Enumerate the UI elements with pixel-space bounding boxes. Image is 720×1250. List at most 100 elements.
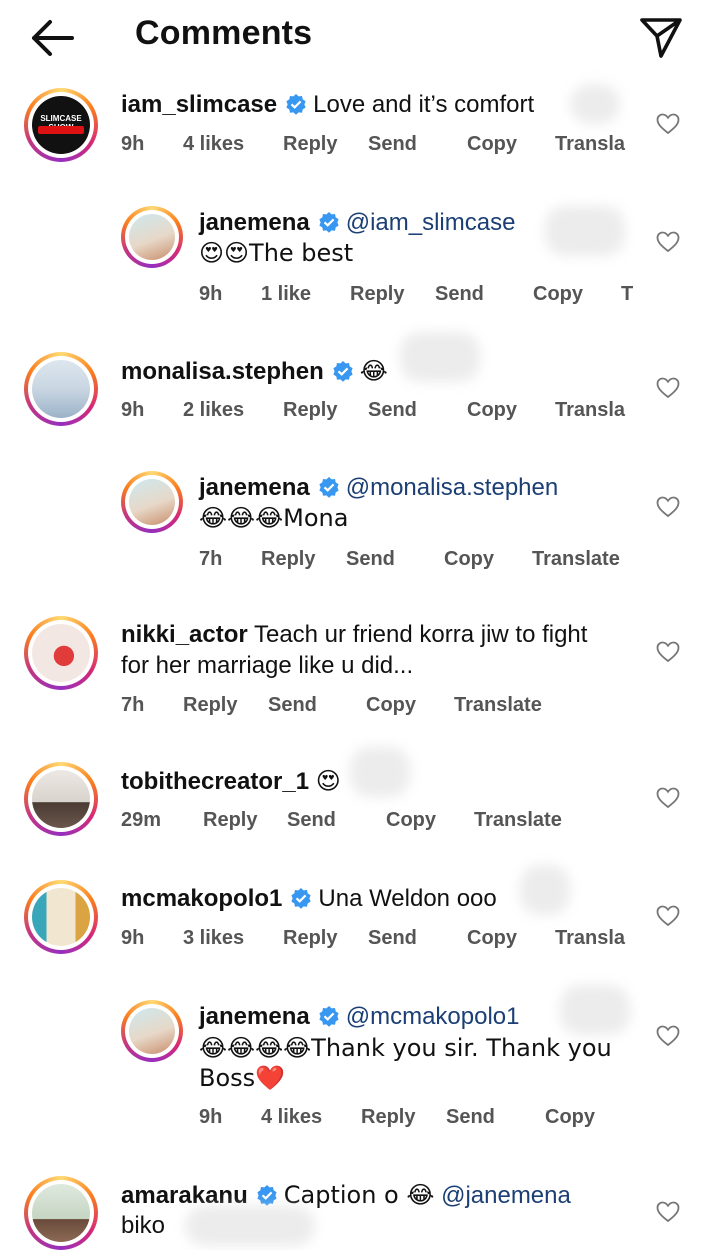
like-heart-icon[interactable] [656, 786, 680, 810]
avatar[interactable] [24, 1176, 98, 1250]
comment-text: 😂😂😂Mona [199, 504, 349, 532]
copy-button[interactable]: Copy [386, 809, 436, 832]
comment-item: tobithecreator_1 😍 29m Reply Send Copy T… [0, 747, 720, 852]
blur-overlay [185, 1206, 315, 1246]
comment-text-line2: biko [121, 1212, 166, 1239]
likes-count[interactable]: 1 like [261, 283, 311, 306]
send-button[interactable]: Send [268, 694, 317, 717]
reply-button[interactable]: Reply [261, 548, 315, 571]
translate-button[interactable]: Transla [555, 133, 625, 156]
reply-button[interactable]: Reply [350, 283, 404, 306]
mention-link[interactable]: @iam_slimcase [346, 209, 516, 236]
avatar[interactable] [24, 880, 98, 954]
like-heart-icon[interactable] [656, 1200, 680, 1224]
copy-button[interactable]: Copy [366, 694, 416, 717]
comment-text: Teach ur friend korra jiw to fight [253, 621, 588, 648]
avatar[interactable] [121, 206, 183, 268]
translate-button[interactable]: Translate [532, 548, 620, 571]
avatar[interactable] [24, 616, 98, 690]
like-heart-icon[interactable] [656, 1024, 680, 1048]
header-bar: Comments [0, 0, 720, 80]
reply-button[interactable]: Reply [183, 694, 237, 717]
comment-text: Una Weldon ooo [318, 885, 497, 912]
avatar[interactable] [24, 352, 98, 426]
comment-username[interactable]: tobithecreator_1 [121, 768, 309, 795]
send-button[interactable]: Send [346, 548, 395, 571]
blur-overlay [520, 865, 570, 915]
copy-button[interactable]: Copy [467, 133, 517, 156]
comment-time: 9h [121, 399, 145, 421]
send-button[interactable]: Send [446, 1106, 495, 1129]
page-title: Comments [135, 14, 313, 52]
reply-button[interactable]: Reply [283, 927, 337, 950]
comment-username[interactable]: janemena [199, 209, 310, 236]
reply-button[interactable]: Reply [203, 809, 257, 832]
avatar[interactable] [121, 1000, 183, 1062]
comment-item: SLIMCASE SHOW iam_slimcase Love and it’s … [0, 84, 720, 188]
like-heart-icon[interactable] [656, 112, 680, 136]
comment-time: 9h [121, 927, 145, 949]
like-heart-icon[interactable] [656, 495, 680, 519]
reply-button[interactable]: Reply [361, 1106, 415, 1129]
back-arrow-icon[interactable] [28, 16, 78, 60]
blur-overlay [570, 84, 620, 124]
comment-username[interactable]: janemena [199, 474, 310, 501]
comment-username[interactable]: iam_slimcase [121, 91, 277, 118]
avatar[interactable] [24, 762, 98, 836]
comment-time: 7h [121, 694, 145, 716]
send-button[interactable]: Send [287, 809, 336, 832]
likes-count[interactable]: 4 likes [183, 133, 244, 156]
comment-username[interactable]: janemena [199, 1003, 310, 1030]
verified-badge-icon [319, 212, 339, 233]
comment-username[interactable]: monalisa.stephen [121, 358, 324, 385]
comment-time: 9h [121, 133, 145, 155]
copy-button[interactable]: Copy [467, 927, 517, 950]
like-heart-icon[interactable] [656, 904, 680, 928]
comment-reply-item: janemena @monalisa.stephen 😂😂😂Mona 7h Rep… [0, 471, 720, 581]
translate-button[interactable]: Transla [555, 927, 625, 950]
likes-count[interactable]: 3 likes [183, 927, 244, 950]
comment-username[interactable]: mcmakopolo1 [121, 885, 282, 912]
verified-badge-icon [333, 361, 353, 382]
copy-button[interactable]: Copy [467, 399, 517, 422]
blur-overlay [350, 747, 410, 797]
copy-button[interactable]: Copy [444, 548, 494, 571]
translate-button[interactable]: Translate [454, 694, 542, 717]
likes-count[interactable]: 4 likes [261, 1106, 322, 1129]
direct-share-icon[interactable] [636, 12, 686, 62]
reply-button[interactable]: Reply [283, 399, 337, 422]
comment-text: Caption o 😂 [283, 1181, 435, 1209]
avatar[interactable]: SLIMCASE SHOW [24, 88, 98, 162]
mention-link[interactable]: @mcmakopolo1 [346, 1003, 520, 1030]
comment-time: 9h [199, 283, 223, 305]
avatar[interactable] [121, 471, 183, 533]
comment-time: 9h [199, 1106, 223, 1128]
copy-button[interactable]: Copy [545, 1106, 595, 1129]
comment-text: 😂 [359, 357, 388, 385]
send-button[interactable]: Send [368, 399, 417, 422]
translate-button[interactable]: T [621, 283, 633, 306]
comment-time: 29m [121, 809, 162, 831]
copy-button[interactable]: Copy [533, 283, 583, 306]
like-heart-icon[interactable] [656, 376, 680, 400]
comment-item: amarakanu Caption o 😂 @janemena biko [0, 1176, 720, 1250]
send-button[interactable]: Send [368, 133, 417, 156]
verified-badge-icon [319, 1006, 339, 1027]
comment-time: 7h [199, 548, 223, 570]
comment-username[interactable]: nikki_actor [121, 621, 248, 648]
reply-button[interactable]: Reply [283, 133, 337, 156]
mention-link[interactable]: @janemena [441, 1182, 571, 1209]
comment-item: monalisa.stephen 😂 9h 2 likes Reply Send … [0, 332, 720, 442]
send-button[interactable]: Send [435, 283, 484, 306]
likes-count[interactable]: 2 likes [183, 399, 244, 422]
translate-button[interactable]: Transla [555, 399, 625, 422]
comment-item: mcmakopolo1 Una Weldon ooo 9h 3 likes Rep… [0, 865, 720, 970]
like-heart-icon[interactable] [656, 230, 680, 254]
comment-username[interactable]: amarakanu [121, 1182, 248, 1209]
verified-badge-icon [291, 888, 311, 909]
like-heart-icon[interactable] [656, 640, 680, 664]
translate-button[interactable]: Translate [474, 809, 562, 832]
send-button[interactable]: Send [368, 927, 417, 950]
blur-overlay [545, 206, 625, 256]
mention-link[interactable]: @monalisa.stephen [346, 474, 558, 501]
